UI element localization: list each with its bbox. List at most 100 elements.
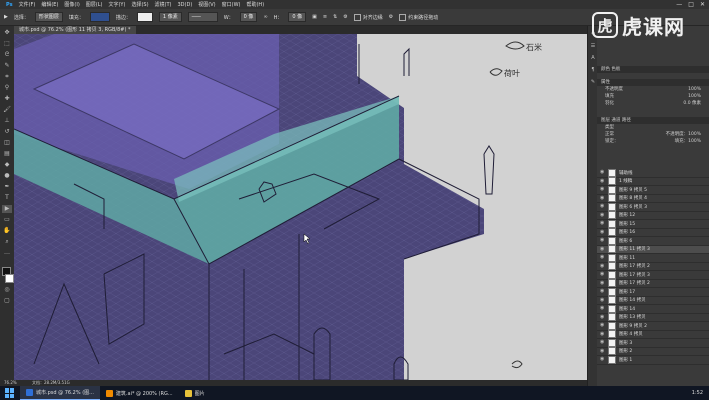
rectangle-tool-icon[interactable]: ▭	[2, 216, 12, 224]
taskbar-clock[interactable]: 1:52	[692, 386, 703, 400]
constrain-gear-icon[interactable]: ⚙	[389, 14, 393, 20]
visibility-eye-icon[interactable]: ◉	[600, 357, 605, 362]
h-field[interactable]: 0 像	[288, 12, 307, 22]
menu-item-window[interactable]: 窗口(W)	[222, 1, 241, 8]
layer-row[interactable]: ◉ 图形 6	[597, 236, 709, 246]
visibility-eye-icon[interactable]: ◉	[600, 263, 605, 269]
layer-name[interactable]: 图形 16	[619, 229, 635, 235]
visibility-eye-icon[interactable]: ◉	[600, 331, 605, 337]
layer-row[interactable]: ◉ 图形 4 拷贝	[597, 330, 709, 339]
brush-panel-icon[interactable]: ✎	[589, 78, 597, 86]
layer-thumbnail[interactable]	[608, 304, 616, 313]
layer-kind-select[interactable]: 类型	[605, 125, 614, 130]
taskbar-app-button[interactable]: 图片	[179, 386, 211, 400]
constrain-path-checkbox[interactable]: 约束路径拖动	[399, 13, 438, 21]
artwork[interactable]: 石米 荷叶	[14, 34, 587, 380]
menu-item-layer[interactable]: 图层(L)	[86, 1, 103, 8]
type-tool-icon[interactable]: T	[2, 194, 12, 202]
layer-name[interactable]: 图形 14 拷贝	[619, 297, 646, 303]
menu-item-edit[interactable]: 编辑(E)	[41, 1, 58, 8]
layer-row[interactable]: ◉ 图形 13 拷贝	[597, 313, 709, 322]
layer-name[interactable]: 1 线稿	[619, 178, 632, 184]
layer-thumbnail[interactable]	[608, 219, 616, 228]
layer-name[interactable]: 图形 15	[619, 221, 635, 227]
layer-thumbnail[interactable]	[608, 228, 616, 237]
layer-row[interactable]: ◉ 图形 12	[597, 211, 709, 220]
visibility-eye-icon[interactable]: ◉	[600, 272, 605, 277]
layer-name[interactable]: 图形 9 拷贝 2	[619, 323, 647, 329]
stroke-swatch[interactable]	[136, 12, 153, 22]
paragraph-panel-icon[interactable]: ¶	[589, 66, 597, 74]
layer-row[interactable]: ◉ 图形 17	[597, 287, 709, 297]
visibility-eye-icon[interactable]: ◉	[600, 195, 605, 201]
canvas[interactable]: 石米 荷叶	[14, 34, 587, 380]
layer-name[interactable]: 图形 11 拷贝 3	[619, 246, 650, 252]
property-row[interactable]: 不透明度 100%	[597, 86, 709, 93]
taskbar-app-button[interactable]: 建筑.ai* @ 200% (RG...	[100, 386, 179, 400]
visibility-eye-icon[interactable]: ◉	[600, 323, 605, 328]
layer-thumbnail[interactable]	[608, 211, 616, 220]
layer-thumbnail[interactable]	[608, 330, 616, 339]
mode-select[interactable]: 形状图层	[34, 12, 63, 22]
layer-row[interactable]: ◉ 图形 6 拷贝 3	[597, 202, 709, 212]
layer-name[interactable]: 图形 4 拷贝	[619, 331, 643, 337]
stroke-width-field[interactable]: 1 像素	[158, 12, 182, 22]
property-value[interactable]: 0.0 像素	[683, 100, 701, 107]
layer-name[interactable]: 图形 17 拷贝 2	[619, 263, 650, 269]
menu-item-3d[interactable]: 3D(D)	[178, 2, 193, 8]
eyedropper-tool-icon[interactable]: ⚲	[2, 84, 12, 92]
path-ops-icon[interactable]: ▣	[312, 14, 317, 20]
more-tools-icon[interactable]: …	[2, 249, 12, 257]
move-tool-icon[interactable]: ✥	[2, 29, 12, 37]
layer-thumbnail[interactable]	[608, 355, 616, 364]
layer-name[interactable]: 图形 6 拷贝 3	[619, 204, 647, 210]
quick-select-tool-icon[interactable]: ✎	[2, 62, 12, 70]
layer-name[interactable]: 图形 12	[619, 212, 635, 218]
lock-row[interactable]: 锁定： 填充：100%	[597, 138, 709, 145]
dodge-tool-icon[interactable]: ●	[2, 172, 12, 180]
layer-filter-row[interactable]: 类型	[597, 124, 709, 131]
layer-thumbnail[interactable]	[608, 185, 616, 194]
layer-row[interactable]: ◉ 图形 14	[597, 304, 709, 314]
layer-thumbnail[interactable]	[608, 253, 616, 262]
layer-name[interactable]: 图形 2	[619, 348, 632, 354]
layer-name[interactable]: 图形 6	[619, 238, 632, 244]
visibility-eye-icon[interactable]: ◉	[600, 297, 605, 303]
layer-name[interactable]: 图形 17 拷贝 2	[619, 280, 650, 286]
taskbar-app-button[interactable]: 城市.psd @ 76.2% (图...	[20, 386, 100, 400]
layer-thumbnail[interactable]	[608, 177, 616, 186]
layer-thumbnail[interactable]	[608, 287, 616, 296]
layer-row[interactable]: ◉ 图形 8 拷贝 4	[597, 194, 709, 203]
layer-thumbnail[interactable]	[608, 168, 616, 177]
layer-thumbnail[interactable]	[608, 279, 616, 288]
layer-fill-field[interactable]: 填充：100%	[675, 138, 701, 145]
layer-row[interactable]: ◉ 图形 3	[597, 338, 709, 348]
layer-name[interactable]: 图形 1	[619, 357, 632, 363]
menu-item-help[interactable]: 帮助(H)	[246, 1, 264, 8]
layer-row[interactable]: ◉ 图形 9 拷贝 5	[597, 185, 709, 195]
layer-row[interactable]: ◉ 图形 2	[597, 347, 709, 356]
visibility-eye-icon[interactable]: ◉	[600, 204, 605, 209]
layer-row[interactable]: ◉ 图形 11	[597, 253, 709, 263]
gradient-tool-icon[interactable]: ▤	[2, 150, 12, 158]
layer-row[interactable]: ◉ 图形 11 拷贝 3	[597, 245, 709, 254]
property-row[interactable]: 填充 100%	[597, 93, 709, 100]
visibility-eye-icon[interactable]: ◉	[600, 306, 605, 311]
property-row[interactable]: 羽化 0.0 像素	[597, 100, 709, 107]
healing-tool-icon[interactable]: ✚	[2, 95, 12, 103]
menu-item-file[interactable]: 文件(F)	[19, 1, 36, 8]
menu-item-type[interactable]: 文字(Y)	[108, 1, 125, 8]
layer-thumbnail[interactable]	[608, 202, 616, 211]
property-value[interactable]: 100%	[688, 93, 701, 100]
visibility-eye-icon[interactable]: ◉	[600, 314, 605, 320]
layer-name[interactable]: 图形 13 拷贝	[619, 314, 646, 320]
layer-row[interactable]: ◉ 图形 15	[597, 219, 709, 229]
layer-thumbnail[interactable]	[608, 262, 616, 271]
property-value[interactable]: 100%	[688, 86, 701, 93]
menu-item-image[interactable]: 图像(I)	[64, 1, 79, 8]
layer-row[interactable]: ◉ 图形 17 拷贝 3	[597, 270, 709, 280]
menu-item-select[interactable]: 选择(S)	[131, 1, 148, 8]
visibility-eye-icon[interactable]: ◉	[600, 289, 605, 294]
fill-swatch[interactable]	[89, 12, 110, 22]
zoom-level[interactable]: 76.2%	[4, 380, 17, 385]
